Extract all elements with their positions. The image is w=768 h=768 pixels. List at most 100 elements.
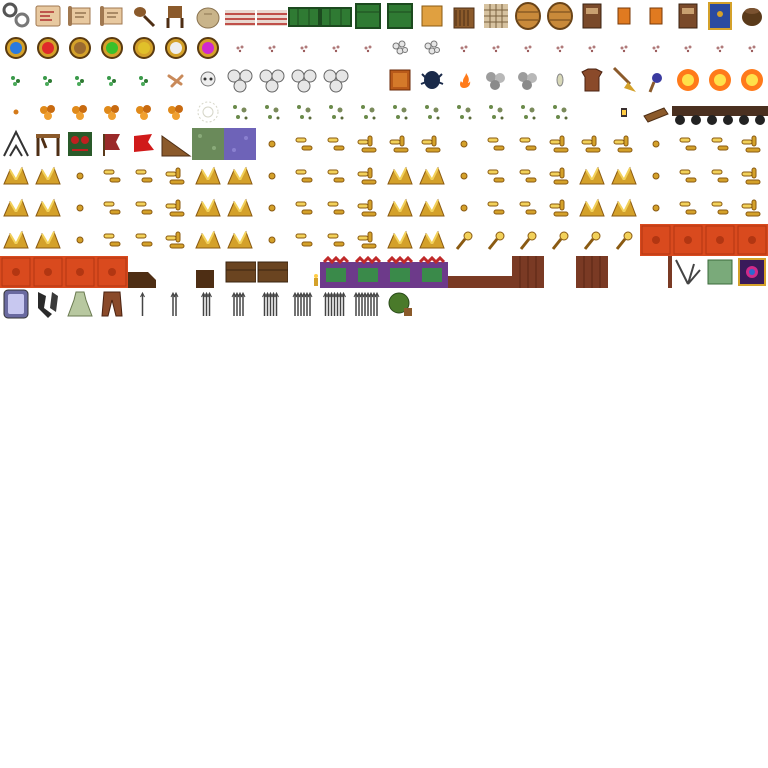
cart-icon (736, 96, 768, 128)
arrow-5-icon (256, 288, 288, 320)
gold-heap-icon (224, 192, 256, 224)
box-icon (416, 0, 448, 32)
empty-icon (640, 288, 672, 320)
broom-icon (608, 64, 640, 96)
gold-bits-icon (288, 192, 320, 224)
armchair-green-icon (384, 0, 416, 32)
cart-wood-icon (224, 256, 256, 288)
empty-icon (448, 288, 480, 320)
gold-heap-icon (32, 192, 64, 224)
chair-icon (160, 0, 192, 32)
empty-icon (736, 288, 768, 320)
ore-icon (32, 96, 64, 128)
skulls-icon (320, 64, 352, 96)
gold-bits-icon (96, 192, 128, 224)
spores-icon (416, 96, 448, 128)
mirror-icon (0, 288, 32, 320)
barrel-icon (512, 0, 544, 32)
dot-gold-icon (256, 160, 288, 192)
spores-icon (384, 96, 416, 128)
couch-striped-icon (224, 0, 256, 32)
gold-pile-icon (544, 192, 576, 224)
fireball-icon (736, 64, 768, 96)
skulls-icon (288, 64, 320, 96)
loom-icon (32, 128, 64, 160)
couch-striped-icon (256, 0, 288, 32)
gold-heap-icon (224, 224, 256, 256)
gold-pile-icon (736, 128, 768, 160)
key-gold-icon (576, 224, 608, 256)
leaf-icon (32, 64, 64, 96)
ore-icon (128, 96, 160, 128)
spider-web-icon (672, 256, 704, 288)
leaf-icon (0, 64, 32, 96)
arrow-3-icon (192, 288, 224, 320)
empty-icon (544, 256, 576, 288)
spores-icon (224, 96, 256, 128)
empty-icon (416, 288, 448, 320)
dot-gold-icon (640, 192, 672, 224)
gold-bits-icon (480, 128, 512, 160)
pebbles-icon (416, 32, 448, 64)
arrow-6-icon (288, 288, 320, 320)
gold-bits-icon (128, 224, 160, 256)
fireball-icon (704, 64, 736, 96)
key-gold-icon (480, 224, 512, 256)
gold-bits-icon (288, 224, 320, 256)
spider-icon (416, 64, 448, 96)
gold-bits-icon (672, 128, 704, 160)
red-tile-icon (96, 256, 128, 288)
gold-heap-icon (384, 224, 416, 256)
rubble-icon (512, 64, 544, 96)
ore-icon (96, 96, 128, 128)
melon-icon (384, 288, 416, 320)
dust-icon (608, 32, 640, 64)
gold-bits-icon (672, 160, 704, 192)
box-open-icon (448, 0, 480, 32)
key-gold-icon (512, 224, 544, 256)
ornate-wall-icon (352, 256, 384, 288)
empty-icon (576, 288, 608, 320)
couch-green-icon (320, 0, 352, 32)
red-tile-icon (32, 256, 64, 288)
spores-icon (448, 96, 480, 128)
gold-pile-icon (544, 128, 576, 160)
spores-icon (512, 96, 544, 128)
cart-wood-icon (256, 256, 288, 288)
gold-heap-icon (192, 224, 224, 256)
skulls-icon (224, 64, 256, 96)
gold-heap-icon (416, 224, 448, 256)
scroll-icon (96, 0, 128, 32)
dot-gold-icon (640, 128, 672, 160)
dot-gold-icon (256, 224, 288, 256)
torch-icon (640, 64, 672, 96)
leaf-icon (64, 64, 96, 96)
book-icon (672, 0, 704, 32)
ore-icon (160, 96, 192, 128)
crate-icon (192, 256, 224, 288)
gold-heap-icon (192, 160, 224, 192)
gold-heap-icon (0, 224, 32, 256)
dust-icon (704, 32, 736, 64)
gold-pile-icon (352, 160, 384, 192)
red-tile-icon (64, 256, 96, 288)
cobweb-icon (192, 96, 224, 128)
tent-icon (0, 128, 32, 160)
box-orange-icon (384, 64, 416, 96)
arrow-7-icon (320, 288, 352, 320)
dust-icon (256, 32, 288, 64)
dot-gold-icon (256, 192, 288, 224)
key-gold-icon (608, 224, 640, 256)
gold-heap-icon (608, 160, 640, 192)
gold-heap-icon (576, 160, 608, 192)
gold-heap-icon (384, 160, 416, 192)
red-tile-icon (672, 224, 704, 256)
dress-icon (64, 288, 96, 320)
gold-bits-icon (320, 192, 352, 224)
gold-bits-icon (288, 128, 320, 160)
cart-icon (704, 96, 736, 128)
scroll-map-icon (32, 0, 64, 32)
orb-brown-icon (64, 32, 96, 64)
spores-icon (480, 96, 512, 128)
dust-icon (288, 32, 320, 64)
